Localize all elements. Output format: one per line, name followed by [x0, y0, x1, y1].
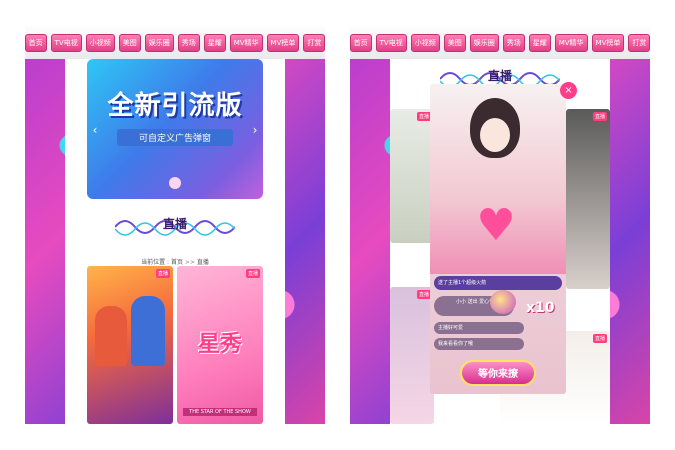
left-screenshot-panel: 首页 TV电视 小视频 美图 娱乐圈 秀场 星耀 MV精华 MV榜单 打赏 ‹ …: [25, 26, 325, 424]
top-nav: 首页 TV电视 小视频 美图 娱乐圈 秀场 星耀 MV精华 MV榜单 打赏: [350, 26, 650, 59]
card-subtitle: THE STAR OF THE SHOW: [183, 408, 257, 416]
chat-comment: 主播好可爱: [434, 322, 524, 334]
nav-item[interactable]: 星耀: [528, 33, 551, 52]
live-badge: 直播: [245, 269, 260, 278]
live-badge: 直播: [416, 112, 431, 121]
chevron-right-icon[interactable]: ›: [249, 121, 261, 139]
banner-subtitle: 可自定义广告弹窗: [117, 129, 233, 146]
nav-item[interactable]: TV电视: [375, 33, 407, 52]
character-figure: [95, 306, 127, 366]
section-header: 直播: [115, 207, 235, 247]
gift-count: x10: [526, 300, 555, 316]
carousel-dot[interactable]: [169, 177, 181, 189]
nav-item[interactable]: MV精华: [229, 33, 263, 52]
banner-title: 全新引流版: [107, 91, 243, 121]
section-title: 直播: [162, 217, 187, 231]
nav-item[interactable]: 首页: [25, 33, 47, 52]
breadcrumb: 当前位置 : 首页 >> 直播: [141, 259, 209, 266]
live-badge: 直播: [155, 269, 170, 278]
nav-item[interactable]: 小视频: [85, 33, 115, 52]
chevron-left-icon[interactable]: ‹: [89, 121, 101, 139]
main-content: ‹ › 全新引流版 可自定义广告弹窗 直播 当前位置 : 首页 >> 直播 直播: [65, 59, 285, 424]
nav-item[interactable]: TV电视: [50, 33, 82, 52]
nav-item[interactable]: 小视频: [410, 33, 440, 52]
promo-popup[interactable]: ♥ 送了主播1个超级火箭 小小 送出 爱心气球 x10 主播好可爱 我来看看你了…: [430, 84, 566, 394]
nav-item[interactable]: 秀场: [177, 33, 200, 52]
heart-icon: ♥: [476, 200, 516, 251]
nav-item[interactable]: 首页: [350, 33, 372, 52]
streamer-photo: ♥: [430, 84, 566, 274]
gift-banner: 送了主播1个超级火箭: [434, 276, 562, 290]
live-badge: 直播: [592, 334, 607, 343]
top-nav: 首页 TV电视 小视频 美图 娱乐圈 秀场 星耀 MV精华 MV榜单 打赏: [25, 26, 325, 59]
nav-item[interactable]: 美图: [443, 33, 466, 52]
nav-item[interactable]: 打赏: [303, 33, 325, 52]
nav-item[interactable]: MV榜单: [266, 33, 300, 52]
card-title: 星秀: [197, 332, 242, 357]
nav-item[interactable]: 秀场: [502, 33, 525, 52]
nav-item[interactable]: 打赏: [628, 33, 650, 52]
close-icon[interactable]: ×: [560, 82, 577, 99]
live-card[interactable]: 直播: [87, 266, 173, 424]
cta-button[interactable]: 等你来撩: [460, 360, 536, 386]
right-screenshot-panel: 首页 TV电视 小视频 美图 娱乐圈 秀场 星耀 MV精华 MV榜单 打赏 直播…: [350, 26, 650, 424]
live-card[interactable]: 直播: [390, 287, 434, 424]
breadcrumb-label: 当前位置: [141, 259, 166, 266]
nav-item[interactable]: 星耀: [203, 33, 226, 52]
live-badge: 直播: [592, 112, 607, 121]
nav-item[interactable]: 娱乐圈: [469, 33, 499, 52]
streamer-face: [480, 118, 510, 152]
nav-item[interactable]: 美图: [118, 33, 141, 52]
promo-banner[interactable]: ‹ › 全新引流版 可自定义广告弹窗: [87, 59, 263, 199]
chat-comment: 我来看看你了哦: [434, 338, 524, 350]
nav-item[interactable]: MV榜单: [591, 33, 625, 52]
character-figure: [131, 296, 165, 366]
live-card[interactable]: 直播 星秀 THE STAR OF THE SHOW: [177, 266, 263, 424]
nav-item[interactable]: MV精华: [554, 33, 588, 52]
live-card[interactable]: 直播: [390, 109, 434, 243]
breadcrumb-home-link[interactable]: 首页: [171, 259, 183, 266]
section-title: 直播: [487, 69, 512, 83]
live-card[interactable]: 直播: [566, 109, 610, 289]
live-badge: 直播: [416, 290, 431, 299]
nav-item[interactable]: 娱乐圈: [144, 33, 174, 52]
breadcrumb-current: 直播: [196, 259, 209, 266]
balloon-gift-icon: [490, 290, 516, 314]
